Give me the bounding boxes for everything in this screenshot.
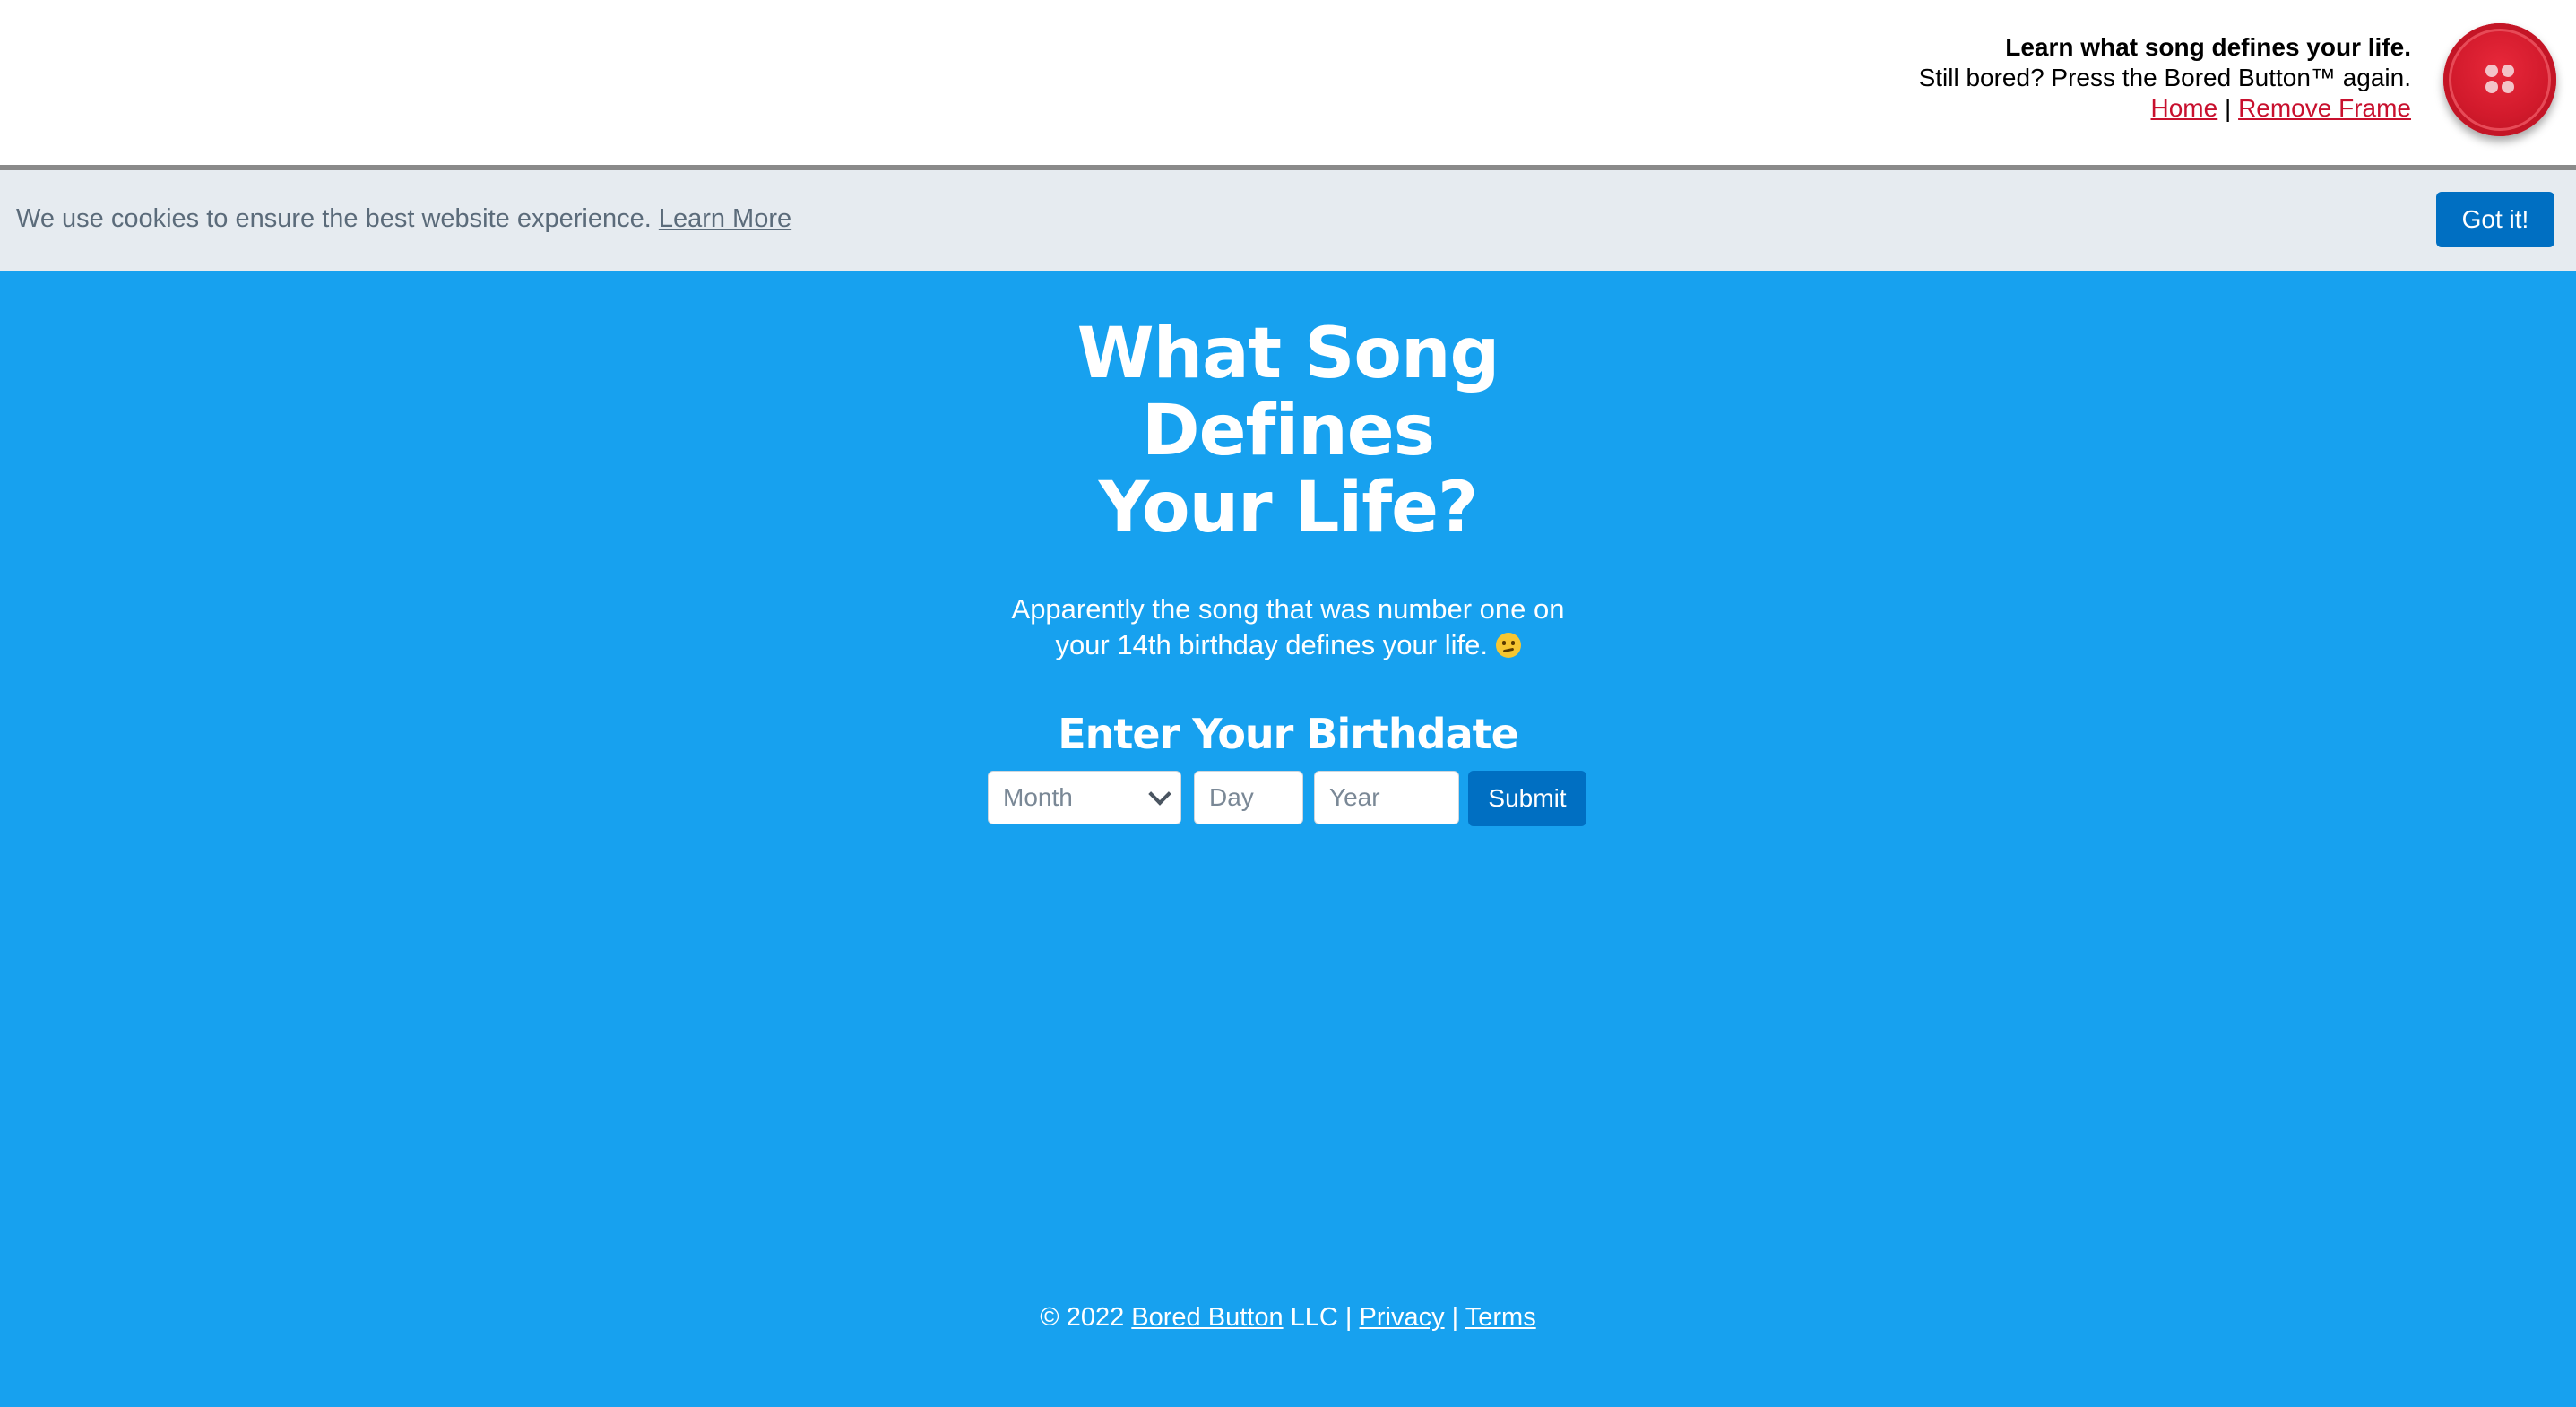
button-hole <box>2502 65 2514 77</box>
birthdate-form-title: Enter Your Birthdate <box>1058 710 1519 758</box>
button-hole <box>2502 81 2514 93</box>
subtitle-line1: Apparently the song that was number one … <box>1011 593 1565 625</box>
footer-separator: | <box>1451 1303 1459 1332</box>
thinking-face-icon <box>1495 633 1521 658</box>
bored-button-link[interactable]: Bored Button <box>1131 1303 1283 1332</box>
year-input[interactable] <box>1314 771 1459 824</box>
month-select[interactable]: Month <box>988 771 1181 824</box>
bored-button-icon[interactable] <box>2443 23 2556 136</box>
learn-more-link[interactable]: Learn More <box>659 204 791 233</box>
topbar-text-block: Learn what song defines your life. Still… <box>1919 32 2411 124</box>
page-subtitle: Apparently the song that was number one … <box>983 591 1593 663</box>
link-separator: | <box>2225 94 2232 122</box>
topbar-headline: Learn what song defines your life. <box>2005 33 2411 61</box>
button-hole <box>2485 65 2498 77</box>
chevron-down-icon <box>1148 782 1171 806</box>
cookie-message: We use cookies to ensure the best websit… <box>16 204 652 233</box>
subtitle-line2: your 14th birthday defines your life. <box>1055 629 1488 660</box>
company-suffix: LLC | <box>1290 1303 1353 1332</box>
main-content: What Song Defines Your Life? Apparently … <box>0 271 2576 826</box>
cookie-banner: We use cookies to ensure the best websit… <box>0 170 2576 271</box>
birthdate-form: Month Submit <box>988 771 1588 826</box>
page-title-line1: What Song Defines <box>1076 314 1500 471</box>
submit-button[interactable]: Submit <box>1468 771 1586 826</box>
remove-frame-link[interactable]: Remove Frame <box>2238 94 2411 122</box>
button-hole <box>2485 81 2498 93</box>
page-title: What Song Defines Your Life? <box>974 315 1602 547</box>
copyright-text: © 2022 <box>1040 1303 1125 1332</box>
month-select-value: Month <box>1003 783 1073 811</box>
cookie-message-block: We use cookies to ensure the best websit… <box>16 204 791 234</box>
subtitle-line2-wrap: your 14th birthday defines your life. <box>983 627 1593 663</box>
privacy-link[interactable]: Privacy <box>1360 1303 1445 1332</box>
topbar-tagline: Still bored? Press the Bored Button™ aga… <box>1918 64 2411 91</box>
topbar-links: Home | Remove Frame <box>1919 93 2411 124</box>
got-it-button[interactable]: Got it! <box>2436 192 2554 247</box>
page-title-line2: Your Life? <box>1098 468 1479 548</box>
footer: © 2022 Bored Button LLC | Privacy | Term… <box>0 1303 2576 1333</box>
top-frame-bar: Learn what song defines your life. Still… <box>0 0 2576 170</box>
day-input[interactable] <box>1194 771 1303 824</box>
home-link[interactable]: Home <box>2151 94 2218 122</box>
terms-link[interactable]: Terms <box>1465 1303 1536 1332</box>
